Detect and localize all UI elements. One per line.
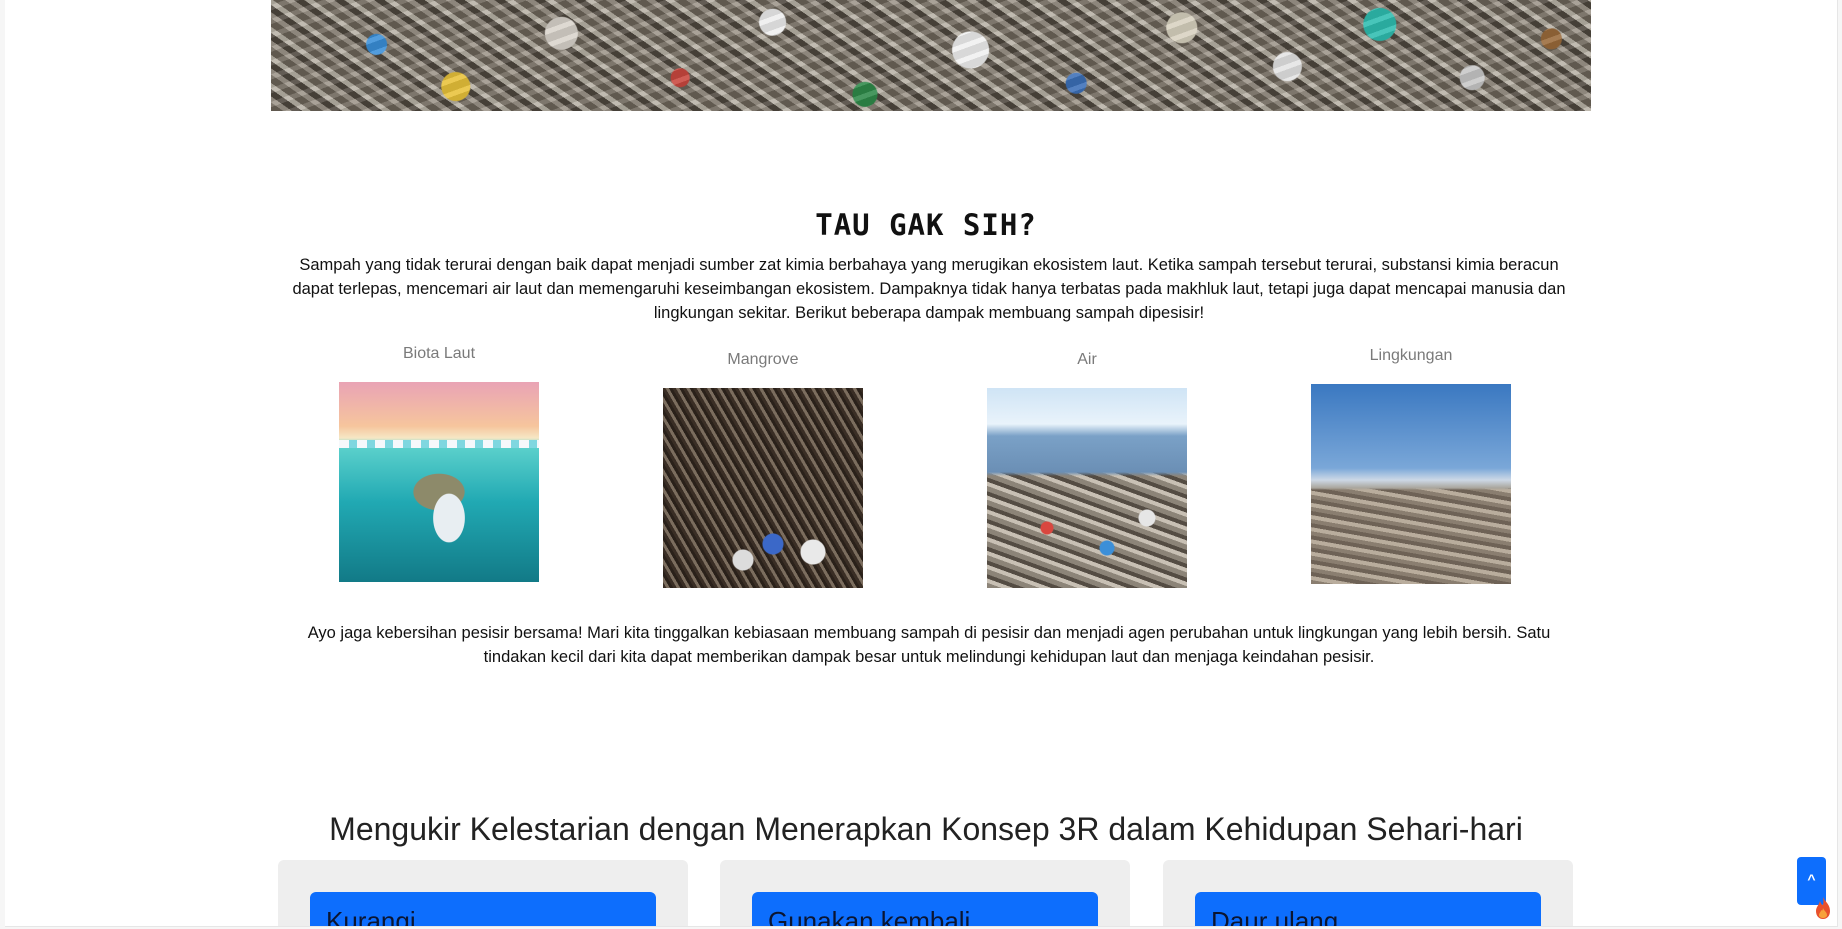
fire-icon — [1816, 897, 1830, 919]
impact-card-biota-laut: Biota Laut — [339, 345, 539, 582]
fact-section-intro: Sampah yang tidak terurai dengan baik da… — [292, 256, 1566, 322]
hero-image — [271, 0, 1591, 111]
impact-card-lingkungan: Lingkungan — [1311, 347, 1511, 584]
impact-image-air — [987, 388, 1187, 588]
kurangi-button[interactable]: Kurangi — [310, 892, 656, 926]
gunakan-kembali-button[interactable]: Gunakan kembali — [752, 892, 1098, 926]
three-r-card-gunakan-kembali: Gunakan kembali — [720, 860, 1130, 926]
page: TAU GAK SIH? Sampah yang tidak terurai d… — [5, 0, 1838, 927]
impact-card-air: Air — [987, 351, 1187, 588]
fact-section-title: TAU GAK SIH? — [815, 208, 1037, 242]
impact-label: Air — [1077, 351, 1097, 368]
impact-card-mangrove: Mangrove — [663, 351, 863, 588]
three-r-section-title: Mengukir Kelestarian dengan Menerapkan K… — [329, 811, 1523, 847]
impact-label: Lingkungan — [1369, 347, 1453, 364]
impact-label: Mangrove — [727, 351, 799, 368]
impact-image-mangrove — [663, 388, 863, 588]
impact-label: Biota Laut — [402, 345, 476, 362]
daur-ulang-button[interactable]: Daur ulang — [1195, 892, 1541, 926]
three-r-card-kurangi: Kurangi — [278, 860, 688, 926]
three-r-card-daur-ulang: Daur ulang — [1163, 860, 1573, 926]
impact-image-lingkungan — [1311, 384, 1511, 584]
fact-section-outro: Ayo jaga kebersihan pesisir bersama! Mar… — [307, 624, 1551, 666]
impact-image-biota-laut — [339, 382, 539, 582]
